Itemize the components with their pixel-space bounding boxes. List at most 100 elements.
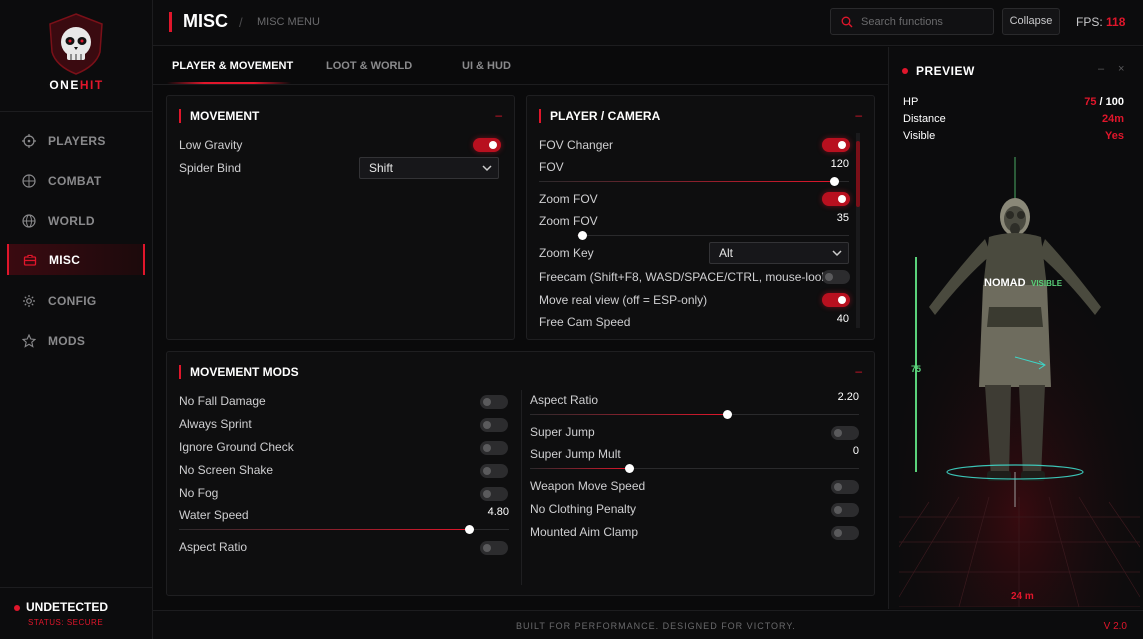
zoom-fov-toggle[interactable] (822, 192, 850, 206)
version-label: V 2.0 (1103, 621, 1127, 632)
weapon-move-speed-label: Weapon Move Speed (530, 479, 646, 493)
panel-title: MOVEMENT (179, 109, 259, 123)
no-clothing-penalty-label: No Clothing Penalty (530, 502, 637, 516)
fps-value: 118 (1106, 15, 1126, 29)
hp-label: HP (903, 96, 919, 108)
sidebar-item-config[interactable]: CONFIG (8, 285, 146, 317)
sidebar-item-mods[interactable]: MODS (8, 325, 146, 357)
collapse-panel-button[interactable]: – (855, 364, 862, 378)
active-tab-indicator (167, 82, 291, 84)
sidebar-item-label: COMBAT (48, 174, 102, 188)
scrollbar-thumb[interactable] (856, 141, 860, 207)
slider-fill (530, 414, 728, 415)
low-gravity-toggle[interactable] (473, 138, 501, 152)
sidebar-item-world[interactable]: WORLD (8, 205, 146, 237)
search-icon (841, 16, 853, 28)
chevron-down-icon (832, 250, 842, 257)
status-panel: UNDETECTED STATUS: SECURE (0, 587, 153, 639)
camera-panel: PLAYER / CAMERA – FOV Changer FOV 120 Zo… (526, 95, 875, 340)
no-fall-damage-toggle[interactable] (480, 395, 508, 409)
ignore-ground-check-toggle[interactable] (480, 441, 508, 455)
freecam-toggle[interactable] (822, 270, 850, 284)
aspect-ratio-toggle-label: Aspect Ratio (179, 540, 248, 554)
briefcase-icon (23, 254, 37, 266)
logo-text: ONEHIT (49, 78, 104, 92)
spider-bind-label: Spider Bind (179, 161, 242, 175)
tab-loot-world[interactable]: LOOT & WORLD (326, 60, 412, 72)
always-sprint-toggle[interactable] (480, 418, 508, 432)
panel-title: MOVEMENT MODS (179, 365, 299, 379)
slider-handle[interactable] (723, 410, 733, 419)
sidebar-item-label: MODS (48, 334, 86, 348)
mounted-aim-clamp-label: Mounted Aim Clamp (530, 525, 639, 539)
fps-counter: FPS: 118 (1076, 15, 1125, 29)
fov-value: 120 (830, 158, 849, 170)
collapse-button[interactable]: Collapse (1002, 8, 1060, 35)
slider-handle[interactable] (465, 525, 475, 534)
aspect-ratio-slider[interactable] (530, 410, 859, 419)
fov-changer-toggle[interactable] (822, 138, 850, 152)
tab-ui-hud[interactable]: UI & HUD (462, 60, 511, 72)
weapon-move-speed-toggle[interactable] (831, 480, 859, 494)
ground-distance: 24 m (1011, 591, 1034, 602)
sidebar-item-combat[interactable]: COMBAT (8, 165, 146, 197)
super-jump-mult-slider[interactable] (530, 464, 859, 473)
water-speed-slider[interactable] (179, 525, 509, 534)
sidebar-item-label: MISC (49, 252, 81, 267)
minimize-button[interactable]: – (1098, 63, 1104, 75)
camera-scrollbar[interactable] (856, 133, 860, 328)
sidebar-item-players[interactable]: PLAYERS (8, 125, 146, 157)
close-button[interactable]: × (1118, 63, 1124, 75)
tab-player-movement[interactable]: PLAYER & MOVEMENT (172, 60, 293, 72)
zoom-key-label: Zoom Key (539, 246, 594, 260)
breadcrumb-separator: / (239, 15, 243, 30)
slider-handle[interactable] (578, 231, 588, 240)
no-fog-label: No Fog (179, 486, 219, 500)
search-box[interactable] (830, 8, 994, 35)
slider-handle[interactable] (624, 464, 634, 473)
title-accent-bar (169, 12, 172, 32)
distance-label: Distance (903, 113, 946, 125)
visible-value: Yes (1105, 130, 1124, 142)
target-name: NOMAD (984, 277, 1026, 289)
distance-value: 24m (1101, 113, 1124, 125)
spider-bind-select[interactable]: Shift (359, 157, 499, 179)
search-input[interactable] (861, 14, 989, 30)
no-fog-toggle[interactable] (480, 487, 508, 501)
movement-mods-panel: MOVEMENT MODS – No Fall Damage Always Sp… (166, 351, 875, 596)
sidebar-item-misc[interactable]: MISC (7, 244, 145, 275)
crosshair-icon (22, 134, 36, 148)
visibility-tag: VISIBLE (1031, 279, 1063, 288)
move-real-view-toggle[interactable] (822, 293, 850, 307)
fov-slider[interactable] (539, 177, 849, 186)
collapse-panel-button[interactable]: – (495, 108, 502, 122)
collapse-panel-button[interactable]: – (855, 108, 862, 122)
target-icon (22, 174, 36, 188)
logo: ONEHIT (0, 0, 153, 112)
no-screen-shake-label: No Screen Shake (179, 463, 274, 477)
footer: BUILT FOR PERFORMANCE. DESIGNED FOR VICT… (153, 610, 1143, 639)
slider-handle[interactable] (829, 177, 839, 186)
slider-fill (530, 468, 629, 469)
visible-label: Visible (903, 130, 936, 142)
sidebar-item-label: CONFIG (48, 294, 97, 308)
tab-bar: PLAYER & MOVEMENT LOOT & WORLD UI & HUD (153, 47, 888, 85)
super-jump-mult-label: Super Jump Mult (530, 447, 621, 461)
no-clothing-penalty-toggle[interactable] (831, 503, 859, 517)
zoom-fov-value: 35 (836, 212, 849, 224)
freecam-label: Freecam (Shift+F8, WASD/SPACE/CTRL, mous… (539, 270, 832, 284)
no-screen-shake-toggle[interactable] (480, 464, 508, 478)
super-jump-toggle[interactable] (831, 426, 859, 440)
slider-fill (539, 181, 834, 182)
character-preview-scene: NOMAD VISIBLE 75 24 m (899, 157, 1140, 607)
super-jump-label: Super Jump (530, 425, 595, 439)
zoom-fov-slider[interactable] (577, 231, 849, 240)
zoom-key-select[interactable]: Alt (709, 242, 849, 264)
character-model-image (899, 157, 1140, 607)
aspect-ratio-toggle[interactable] (480, 541, 508, 555)
footer-tagline: BUILT FOR PERFORMANCE. DESIGNED FOR VICT… (516, 621, 796, 631)
fov-changer-label: FOV Changer (539, 138, 614, 152)
status-title: UNDETECTED (26, 600, 109, 614)
mounted-aim-clamp-toggle[interactable] (831, 526, 859, 540)
zoom-fov-slider-label: Zoom FOV (539, 214, 598, 228)
